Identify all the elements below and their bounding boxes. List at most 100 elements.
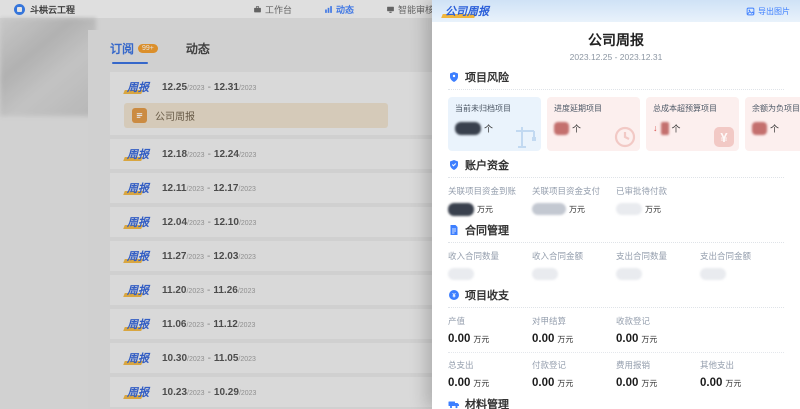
yr: /2023 bbox=[186, 288, 204, 295]
expense-stats-row: 总支出0.00万元付款登记0.00万元费用报销0.00万元其他支出0.00万元 bbox=[448, 359, 784, 390]
date-range: 12.11/2023-12.17/2023 bbox=[162, 183, 256, 194]
stat: 收入合同金额 bbox=[532, 250, 616, 281]
stat-label: 收入合同金额 bbox=[532, 250, 616, 262]
weekly-report-tag: 周报 bbox=[124, 316, 152, 332]
stat-value bbox=[448, 267, 532, 281]
stat-label: 产值 bbox=[448, 315, 532, 327]
stat-value bbox=[532, 267, 616, 281]
export-image-button[interactable]: 导出图片 bbox=[746, 6, 790, 17]
nav-item-label: 动态 bbox=[336, 3, 354, 16]
company-weekly-report-panel: 公司周报 导出图片 公司周报 2023.12.25 - 2023.12.31 项… bbox=[432, 0, 800, 409]
stat: 关联项目资金支付万元 bbox=[532, 185, 616, 216]
stat: 支出合同金额 bbox=[700, 250, 784, 281]
yr: /2023 bbox=[187, 356, 205, 363]
section-title: 项目风险 bbox=[465, 69, 509, 85]
section-account-funds: 账户资金 关联项目资金到账万元关联项目资金支付万元已审批待付款万元 bbox=[448, 157, 784, 216]
section-title: 材料管理 bbox=[465, 396, 509, 409]
unit-suffix: 个 bbox=[672, 122, 681, 135]
risk-card: 当前未归档项目个 bbox=[448, 97, 541, 151]
contract-file-icon bbox=[448, 224, 460, 236]
nav-item-activity[interactable]: 动态 bbox=[324, 3, 354, 16]
stat-number: 0.00 bbox=[448, 377, 470, 389]
activity-icon bbox=[324, 5, 333, 14]
date-range: 10.30/2023-11.05/2023 bbox=[162, 353, 256, 364]
weekly-report-tag: 周报 bbox=[124, 248, 152, 264]
date-range: 11.20/2023-11.26/2023 bbox=[162, 285, 255, 296]
tab-activity[interactable]: 动态 bbox=[186, 40, 210, 64]
redacted-value bbox=[448, 268, 474, 280]
nav-items: 工作台 动态 智能审核 限免 bbox=[253, 0, 457, 18]
yr: /2023 bbox=[238, 288, 256, 295]
report-date-range: 2023.12.25 - 2023.12.31 bbox=[448, 52, 784, 62]
app-logo[interactable]: 斗栱云工程 bbox=[14, 3, 75, 16]
income-stats-row: 产值0.00万元对甲结算0.00万元收款登记0.00万元 bbox=[448, 315, 784, 346]
stat-value: 0.00万元 bbox=[448, 332, 532, 346]
yr: /2023 bbox=[186, 186, 204, 193]
down-arrow-icon: ↓ bbox=[653, 124, 658, 133]
company-weekly-report-entry[interactable]: 公司周报 bbox=[124, 103, 388, 128]
stat: 收款登记0.00万元 bbox=[616, 315, 700, 346]
briefcase-icon bbox=[253, 5, 262, 14]
date-part: 11.05 bbox=[214, 353, 238, 364]
weekly-report-tag: 周报 bbox=[124, 79, 152, 95]
stat: 总支出0.00万元 bbox=[448, 359, 532, 390]
stat-value: 0.00万元 bbox=[448, 376, 532, 390]
date-part: 10.23 bbox=[162, 387, 187, 398]
stat-label: 支出合同金额 bbox=[700, 250, 784, 262]
date-range: 11.27/2023-12.03/2023 bbox=[162, 251, 256, 262]
sep: - bbox=[207, 285, 210, 296]
date-part: 12.03 bbox=[213, 251, 238, 262]
stat-number: 0.00 bbox=[616, 377, 638, 389]
stat: 其他支出0.00万元 bbox=[700, 359, 784, 390]
section-header: 合同管理 bbox=[448, 222, 784, 243]
yr: /2023 bbox=[239, 220, 257, 227]
sep: - bbox=[208, 217, 211, 228]
sep: - bbox=[207, 251, 210, 262]
weekly-report-tag: 周报 bbox=[124, 384, 152, 400]
date-range: 12.25/2023-12.31/2023 bbox=[162, 82, 256, 93]
unit-suffix: 万元 bbox=[473, 378, 489, 389]
unit-suffix: 万元 bbox=[473, 334, 489, 345]
tab-label: 订阅 bbox=[110, 40, 134, 57]
redacted-value bbox=[532, 203, 566, 215]
date-part: 10.29 bbox=[214, 387, 239, 398]
yr: /2023 bbox=[187, 390, 205, 397]
sep: - bbox=[208, 353, 211, 364]
app-logo-text: 斗栱云工程 bbox=[30, 3, 75, 16]
section-title: 项目收支 bbox=[465, 287, 509, 303]
risk-card-title: 总成本超预算项目 bbox=[653, 103, 732, 114]
svg-text:¥: ¥ bbox=[720, 130, 728, 145]
yr: /2023 bbox=[238, 186, 256, 193]
section-title: 合同管理 bbox=[465, 222, 509, 238]
date-range: 12.18/2023-12.24/2023 bbox=[162, 149, 256, 160]
nav-item-workbench[interactable]: 工作台 bbox=[253, 3, 292, 16]
yr: /2023 bbox=[239, 390, 257, 397]
stat: 收入合同数量 bbox=[448, 250, 532, 281]
sep: - bbox=[207, 183, 210, 194]
risk-card-title: 当前未归档项目 bbox=[455, 103, 534, 114]
risk-card: 余额为负项目个¥ bbox=[745, 97, 800, 151]
stat: 支出合同数量 bbox=[616, 250, 700, 281]
stat-label: 已审批待付款 bbox=[616, 185, 700, 197]
tab-count-badge: 99+ bbox=[138, 44, 158, 53]
section-header: 项目风险 bbox=[448, 69, 784, 90]
stat-value: 0.00万元 bbox=[700, 376, 784, 390]
stat: 已审批待付款万元 bbox=[616, 185, 700, 216]
yr: /2023 bbox=[238, 254, 256, 261]
risk-card-value: 个 bbox=[752, 122, 800, 135]
export-label: 导出图片 bbox=[758, 6, 790, 17]
stat-value bbox=[700, 267, 784, 281]
yr: /2023 bbox=[187, 85, 205, 92]
risk-card-title: 进度延期项目 bbox=[554, 103, 633, 114]
stat: 产值 0.00万元 bbox=[448, 315, 532, 346]
stat: 付款登记0.00万元 bbox=[532, 359, 616, 390]
image-icon bbox=[746, 7, 755, 16]
date-part: 11.26 bbox=[213, 285, 237, 296]
unit-suffix: 万元 bbox=[641, 378, 657, 389]
panel-logo: 公司周报 bbox=[442, 3, 492, 19]
stat-label: 关联项目资金到账 bbox=[448, 185, 532, 197]
unit-suffix: 万元 bbox=[725, 378, 741, 389]
tab-subscriptions[interactable]: 订阅 99+ bbox=[110, 40, 158, 64]
redacted-value bbox=[661, 122, 669, 135]
redacted-value bbox=[616, 268, 642, 280]
